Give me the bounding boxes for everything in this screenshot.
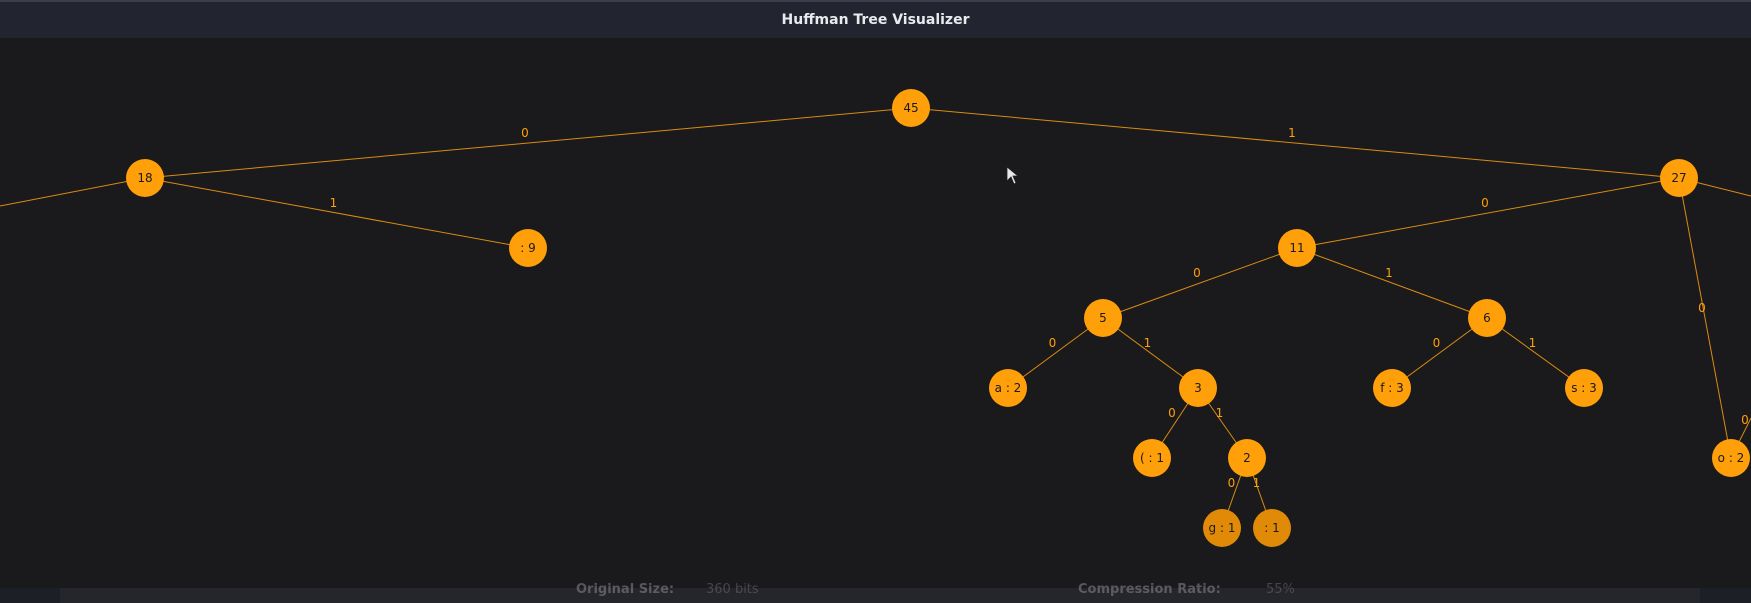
tree-node-label: : 9 (520, 241, 536, 255)
tree-edge (1296, 247, 1488, 319)
tree-node-label: : 1 (1264, 521, 1280, 535)
tree-node[interactable]: : 1 (1253, 509, 1291, 547)
tree-node-label: 2 (1243, 451, 1251, 465)
edge-bit-label: 0 (1168, 406, 1176, 420)
tree-node[interactable]: : 9 (509, 229, 547, 267)
edge-bit-label: 1 (1529, 336, 1537, 350)
edge-bit-label: 1 (1216, 406, 1224, 420)
edge-bit-label: 0 (521, 126, 529, 140)
tree-node-label: 11 (1289, 241, 1304, 255)
tree-node[interactable]: 6 (1468, 299, 1506, 337)
tree-edge (1678, 177, 1732, 459)
tree-canvas[interactable]: 0 1 1 0 0 1 0 1 0 1 0 1 0 1 0 45 18 27 : 9 11 5 6 a : 23f : 3… (0, 38, 1751, 593)
tree-edge (144, 107, 912, 179)
tree-node[interactable]: s : 3 (1565, 369, 1603, 407)
tree-node-label: 6 (1483, 311, 1491, 325)
tree-edge (1296, 177, 1680, 249)
edge-bit-label: 0 (1049, 336, 1057, 350)
title-bar: Huffman Tree Visualizer (0, 0, 1751, 38)
edge-bit-label: 0 (1193, 266, 1201, 280)
tree-node-label: 18 (137, 171, 152, 185)
tree-node-label: 3 (1194, 381, 1202, 395)
tree-node[interactable]: f : 3 (1373, 369, 1411, 407)
edge-bit-label: 0 (1741, 413, 1749, 427)
tree-node-label: a : 2 (995, 381, 1022, 395)
tree-node-label: g : 1 (1209, 521, 1236, 535)
edge-bit-label: 1 (1144, 336, 1152, 350)
tree-node[interactable]: ( : 1 (1133, 439, 1171, 477)
tree-node[interactable]: 27 (1660, 159, 1698, 197)
tree-node-label: o : 2 (1718, 451, 1745, 465)
tree-node-label: ( : 1 (1140, 451, 1164, 465)
tree-node[interactable]: 45 (892, 89, 930, 127)
window-title: Huffman Tree Visualizer (781, 12, 970, 28)
tree-node-label: 5 (1099, 311, 1107, 325)
tree-edge (144, 177, 529, 249)
tree-node[interactable]: 3 (1179, 369, 1217, 407)
tree-node[interactable]: 2 (1228, 439, 1266, 477)
edge-bit-label: 1 (1288, 126, 1296, 140)
tree-node[interactable]: 11 (1278, 229, 1316, 267)
huffman-tree: 0 11 00 10 1 0 10 10 104518 27 : 9 115 6a : 23f : 3… (0, 89, 1751, 547)
tree-edge (910, 107, 1680, 179)
tree-node[interactable]: 18 (126, 159, 164, 197)
tree-node[interactable]: g : 1 (1203, 509, 1241, 547)
edge-bit-label: 1 (1253, 476, 1261, 490)
edge-bit-label: 0 (1228, 476, 1236, 490)
tree-node-label: 27 (1671, 171, 1686, 185)
tree-node-label: s : 3 (1571, 381, 1597, 395)
edge-bit-label: 1 (330, 196, 338, 210)
tree-node[interactable]: 5 (1084, 299, 1122, 337)
edge-bit-label: 0 (1481, 196, 1489, 210)
tree-edge (1102, 247, 1298, 319)
tree-node-label: 45 (903, 101, 918, 115)
tree-node[interactable]: a : 2 (989, 369, 1027, 407)
edge-bit-label: 1 (1385, 266, 1393, 280)
edge-bit-label: 0 (1433, 336, 1441, 350)
edge-bit-label: 0 (1698, 301, 1706, 315)
tree-node[interactable]: o : 2 (1712, 439, 1750, 477)
mouse-cursor-icon (1006, 166, 1020, 185)
tree-node-label: f : 3 (1380, 381, 1404, 395)
tree-edge-offscreen (0, 177, 146, 207)
